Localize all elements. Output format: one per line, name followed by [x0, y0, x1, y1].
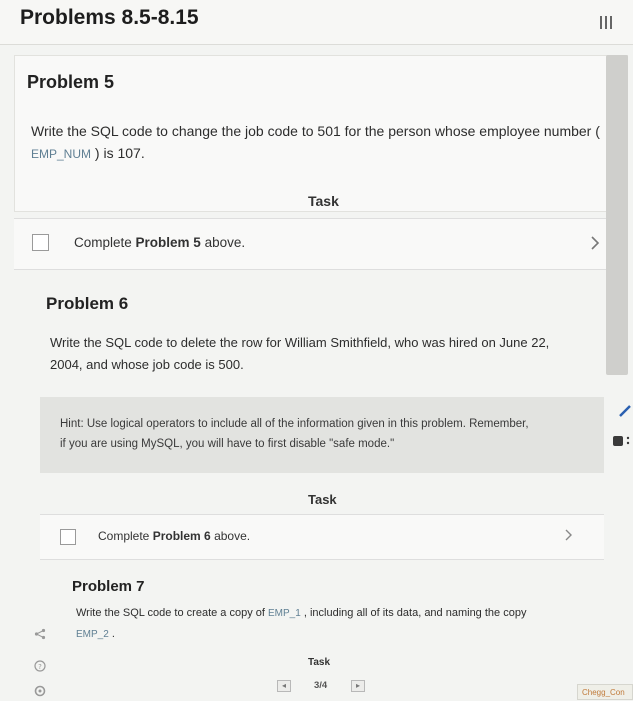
hint-text: Hint: Use logical operators to include a…	[60, 418, 529, 450]
problem-6-checkbox[interactable]	[60, 529, 76, 545]
problem-6-task-text: Complete Problem 6 above.	[98, 529, 251, 543]
problem-5-heading: Problem 5	[27, 72, 115, 92]
problem-6-text: Write the SQL code to delete the row for…	[50, 335, 550, 372]
problem-6-task-row[interactable]: Complete Problem 6 above.	[40, 514, 604, 560]
problem-7-text: Write the SQL code to create a copy of E…	[76, 607, 527, 640]
code-emp-1: EMP_1	[268, 608, 301, 619]
problem-5-card: Problem 5 Write the SQL code to change t…	[14, 55, 628, 212]
code-emp-num: EMP_NUM	[31, 147, 92, 161]
problem-5-checkbox[interactable]	[32, 234, 49, 251]
problem-5-task-row[interactable]: Complete Problem 5 above.	[14, 218, 626, 270]
code-emp-2: EMP_2	[76, 629, 109, 640]
pager-next-button[interactable]: ▸	[351, 680, 365, 692]
hint-box: Hint: Use logical operators to include a…	[40, 397, 604, 473]
menu-icon[interactable]	[599, 16, 613, 30]
svg-text:?: ?	[38, 663, 42, 671]
top-bar: Problems 8.5-8.15	[0, 0, 633, 45]
chegg-tab[interactable]: Chegg_Con	[577, 684, 633, 700]
help-icon[interactable]: ?	[34, 660, 46, 672]
chevron-right-icon[interactable]	[590, 236, 600, 250]
scrollbar[interactable]	[604, 55, 630, 625]
pager-label: 3/4	[314, 680, 328, 691]
pencil-icon[interactable]	[618, 404, 632, 418]
settings-icon[interactable]	[34, 685, 46, 697]
problem-5-text: Write the SQL code to change the job cod…	[31, 123, 600, 161]
chevron-right-icon[interactable]	[564, 529, 573, 541]
problem-7-task-label: Task	[308, 657, 331, 668]
share-icon[interactable]	[34, 628, 46, 640]
pager-prev-button[interactable]: ◂	[277, 680, 291, 692]
problem-6-heading: Problem 6	[46, 294, 129, 313]
database-icon[interactable]	[612, 434, 632, 448]
page-title: Problems 8.5-8.15	[20, 6, 199, 29]
problem-5-task-label: Task	[308, 193, 339, 209]
problem-6-task-label: Task	[308, 492, 337, 507]
problem-5-task-text: Complete Problem 5 above.	[74, 235, 246, 250]
scrollbar-thumb[interactable]	[606, 55, 628, 375]
problem-7-heading: Problem 7	[72, 578, 145, 595]
